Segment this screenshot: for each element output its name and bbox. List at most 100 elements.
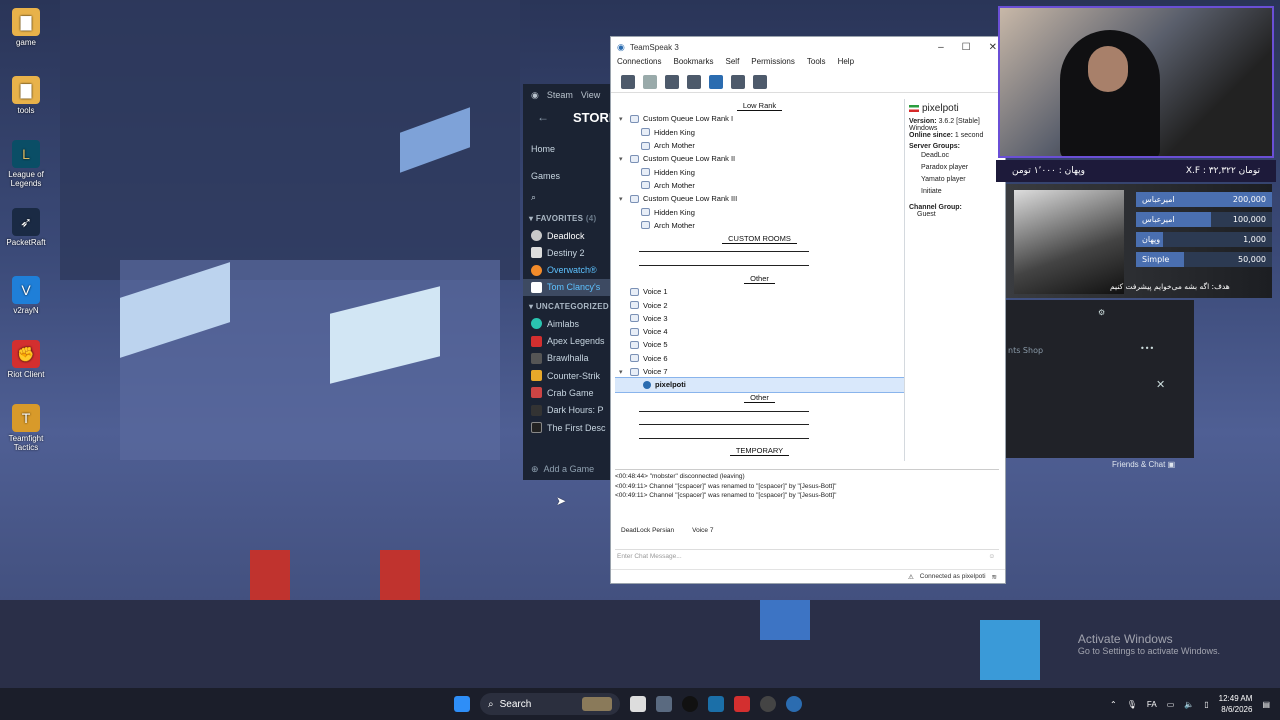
notification-icon[interactable]: ▤ [1262,700,1270,709]
menu-help[interactable]: Help [838,57,854,71]
channel-row[interactable]: ▾ Custom Queue Low Rank I [615,112,904,125]
more-icon[interactable]: ••• [1140,344,1154,353]
channel-row[interactable] [615,245,904,258]
close-icon[interactable]: ✕ [1156,378,1165,391]
connect-icon[interactable] [621,74,635,89]
game-crabgame[interactable]: Crab Game [523,384,615,401]
desktop-icon-tools[interactable]: ▇ tools [4,76,48,115]
channel-row[interactable]: Hidden King [615,205,904,218]
channel-row[interactable]: Voice 3 [615,312,904,325]
emoji-icon[interactable]: ☺ [988,553,999,560]
game-aimlabs[interactable]: Aimlabs [523,315,615,332]
channel-row[interactable]: ▾ Voice 7 [615,365,904,378]
steam-menu-steam[interactable]: Steam [547,90,573,100]
desktop-icon-league[interactable]: L League of Legends [4,140,48,188]
chevron-up-icon[interactable]: ⌃ [1110,700,1117,709]
game-destiny2[interactable]: Destiny 2 [523,244,615,261]
channel-row[interactable]: ▾ Custom Queue Low Rank II [615,152,904,165]
app-icon[interactable] [682,696,698,712]
steam-window[interactable]: ◉ Steam View ← STORE Home Games ⌕ ▾ FAVO… [523,84,618,480]
store-icon[interactable] [656,696,672,712]
add-game-button[interactable]: ⊕ Add a Game [523,461,602,478]
favorites-header[interactable]: ▾ FAVORITES (4) [523,210,615,227]
steam-nav-home[interactable]: Home [523,140,615,157]
minimize-icon[interactable]: – [938,42,944,53]
channel-row[interactable]: Voice 2 [615,298,904,311]
network-icon[interactable]: ▭ [1167,700,1175,709]
channel-row[interactable]: Hidden King [615,126,904,139]
teamspeak-taskbar-icon[interactable] [786,696,802,712]
channel-row[interactable] [615,259,904,272]
menu-connections[interactable]: Connections [617,57,661,71]
desktop-icon-tft[interactable]: T Teamfight Tactics [4,404,48,452]
game-darkhours[interactable]: Dark Hours: P [523,402,615,419]
spacer-row[interactable]: Low Rank [615,99,904,112]
menu-self[interactable]: Self [726,57,740,71]
chat-input[interactable]: Enter Chat Message... ☺ [615,549,999,563]
mute-mic-icon[interactable] [665,74,679,89]
spacer-row[interactable]: Other [615,392,904,405]
menu-permissions[interactable]: Permissions [751,57,795,71]
channel-row[interactable]: Hidden King [615,165,904,178]
mic-icon[interactable]: 🎙 [1127,700,1137,709]
menu-bookmarks[interactable]: Bookmarks [673,57,713,71]
game-apex[interactable]: Apex Legends [523,332,615,349]
taskbar-search[interactable]: ⌕ Search [480,693,620,715]
desktop-icon-packetraft[interactable]: ➶ PacketRaft [4,208,48,247]
riot-launcher-fragment[interactable]: ⚙ nts Shop ••• ✕ [1006,300,1194,458]
back-arrow-icon[interactable]: ← [537,110,549,124]
game-deadlock[interactable]: Deadlock [523,227,615,244]
start-icon[interactable] [454,696,470,712]
disconnect-icon[interactable] [643,74,657,89]
channel-row[interactable]: Voice 1 [615,285,904,298]
channel-row[interactable] [615,431,904,444]
desktop-icon-riot[interactable]: ✊ Riot Client [4,340,48,379]
mute-speaker-icon[interactable] [687,74,701,89]
riot-taskbar-icon[interactable] [734,696,750,712]
channel-row[interactable]: Arch Mother [615,219,904,232]
menu-tools[interactable]: Tools [807,57,826,71]
clock[interactable]: 12:49 AM 8/6/2026 [1219,693,1253,715]
whisper-icon[interactable] [753,74,767,89]
client-row[interactable]: pixelpoti [615,377,904,393]
teamspeak-window[interactable]: ◉ TeamSpeak 3 – ☐ ✕ Connections Bookmark… [610,36,1006,584]
game-counterstrike[interactable]: Counter-Strik [523,367,615,384]
expand-arrow-icon[interactable]: ▾ [619,195,627,203]
settings-taskbar-icon[interactable] [760,696,776,712]
spacer-row[interactable]: Other [615,272,904,285]
uncategorized-header[interactable]: ▾ UNCATEGORIZED [523,298,615,315]
close-icon[interactable]: ✕ [989,42,997,53]
channel-row[interactable]: Voice 6 [615,352,904,365]
friends-chat-button[interactable]: Friends & Chat ▣ [1112,460,1175,469]
desktop-icon-v2rayn[interactable]: V v2rayN [4,276,48,315]
channel-row[interactable]: Voice 5 [615,338,904,351]
task-view-icon[interactable] [630,696,646,712]
tab-server[interactable]: DeadLock Persian [621,527,674,534]
channel-row[interactable] [615,405,904,418]
game-overwatch[interactable]: Overwatch® [523,261,615,278]
channel-row[interactable]: ▾ Custom Queue Low Rank III [615,192,904,205]
maximize-icon[interactable]: ☐ [962,42,971,53]
channel-row[interactable]: Arch Mother [615,139,904,152]
spacer-row[interactable]: CUSTOM ROOMS [615,232,904,245]
channel-row[interactable] [615,418,904,431]
battery-icon[interactable]: ▯ [1204,700,1208,709]
channel-row[interactable]: Arch Mother [615,179,904,192]
steam-nav-games[interactable]: Games [523,167,615,184]
game-brawlhalla[interactable]: Brawlhalla [523,350,615,367]
steam-menu-view[interactable]: View [581,90,600,100]
steam-taskbar-icon[interactable] [708,696,724,712]
gear-icon[interactable]: ⚙ [1098,308,1105,317]
steam-search[interactable]: ⌕ [523,189,615,206]
tab-channel[interactable]: Voice 7 [692,527,713,534]
volume-icon[interactable]: 🔈 [1184,700,1194,709]
shop-label[interactable]: nts Shop [1008,346,1043,355]
expand-arrow-icon[interactable]: ▾ [619,115,627,123]
expand-arrow-icon[interactable]: ▾ [619,368,627,376]
channel-row[interactable]: Voice 4 [615,325,904,338]
channel-tree[interactable]: Low Rank ▾ Custom Queue Low Rank I Hidden K… [615,99,905,461]
expand-arrow-icon[interactable]: ▾ [619,155,627,163]
language-indicator[interactable]: FA [1147,700,1157,709]
game-tomclancy[interactable]: Tom Clancy's [523,278,615,297]
spacer-row[interactable]: TEMPORARY [615,445,904,458]
